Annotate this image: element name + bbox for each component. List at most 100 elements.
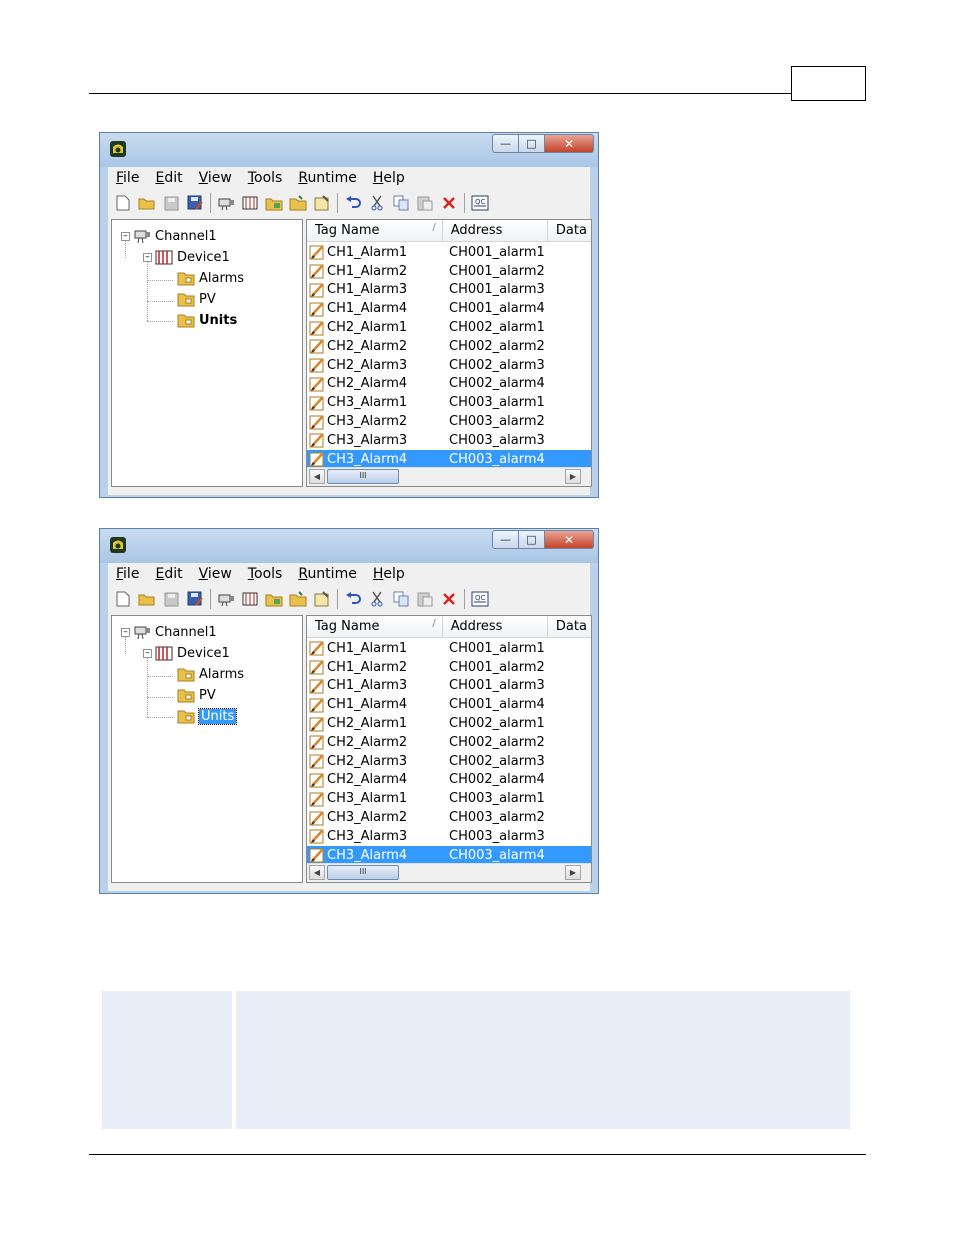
tree-node-channel[interactable]: – Channel1 xyxy=(121,226,217,246)
tree-node-alarms[interactable]: Alarms xyxy=(177,664,244,684)
tree-node-pv[interactable]: PV xyxy=(177,685,216,705)
scroll-thumb[interactable]: III xyxy=(327,469,399,484)
menu-help[interactable]: Help xyxy=(365,170,413,186)
minimize-button[interactable]: — xyxy=(492,134,519,153)
save-as-button[interactable] xyxy=(183,588,207,610)
tag-row[interactable]: CH1_Alarm4 CH001_alarm4 xyxy=(307,695,591,714)
new-channel-button[interactable] xyxy=(214,192,238,214)
tag-row[interactable]: CH2_Alarm3 CH002_alarm3 xyxy=(307,752,591,771)
menu-tools[interactable]: Tools xyxy=(240,566,291,582)
tag-row[interactable]: CH2_Alarm4 CH002_alarm4 xyxy=(307,771,591,790)
title-bar[interactable]: — □ ✕ xyxy=(100,133,598,167)
new-group-button[interactable] xyxy=(262,192,286,214)
tree-node-units[interactable]: Units xyxy=(177,310,237,330)
properties-button[interactable] xyxy=(310,192,334,214)
scroll-thumb[interactable]: III xyxy=(327,865,399,880)
menu-tools[interactable]: Tools xyxy=(240,170,291,186)
column-address[interactable]: Address xyxy=(442,616,548,638)
tag-row[interactable]: CH2_Alarm3 CH002_alarm3 xyxy=(307,356,591,375)
tag-row[interactable]: CH1_Alarm3 CH001_alarm3 xyxy=(307,281,591,300)
title-bar[interactable]: — □ ✕ xyxy=(100,529,598,563)
menu-file[interactable]: File xyxy=(108,170,147,186)
tag-row[interactable]: CH3_Alarm4 CH003_alarm4 xyxy=(307,449,591,469)
tag-row[interactable]: CH3_Alarm1 CH003_alarm1 xyxy=(307,393,591,412)
tag-row[interactable]: CH3_Alarm3 CH003_alarm3 xyxy=(307,827,591,846)
tag-row[interactable]: CH3_Alarm4 CH003_alarm4 xyxy=(307,845,591,865)
tree-node-channel[interactable]: – Channel1 xyxy=(121,622,217,642)
minimize-button[interactable]: — xyxy=(492,530,519,549)
undo-button[interactable] xyxy=(341,588,365,610)
tree-node-pv[interactable]: PV xyxy=(177,289,216,309)
tag-row[interactable]: CH2_Alarm1 CH002_alarm1 xyxy=(307,714,591,733)
tree-node-units[interactable]: Units xyxy=(177,706,238,726)
cut-button[interactable] xyxy=(365,588,389,610)
tag-row[interactable]: CH2_Alarm2 CH002_alarm2 xyxy=(307,337,591,356)
save-button[interactable] xyxy=(159,588,183,610)
copy-button[interactable] xyxy=(389,192,413,214)
scroll-left-button[interactable]: ◀ xyxy=(309,865,325,880)
menu-file[interactable]: File xyxy=(108,566,147,582)
save-as-button[interactable] xyxy=(183,192,207,214)
new-channel-button[interactable] xyxy=(214,588,238,610)
menu-help[interactable]: Help xyxy=(365,566,413,582)
tree-node-alarms[interactable]: Alarms xyxy=(177,268,244,288)
column-tag-name[interactable]: Tag Name / xyxy=(307,616,443,638)
tag-row[interactable]: CH2_Alarm2 CH002_alarm2 xyxy=(307,733,591,752)
tag-row[interactable]: CH3_Alarm3 CH003_alarm3 xyxy=(307,431,591,450)
tag-row[interactable]: CH2_Alarm4 CH002_alarm4 xyxy=(307,375,591,394)
new-button[interactable] xyxy=(111,192,135,214)
quick-client-button[interactable]: QC xyxy=(468,588,492,610)
new-button[interactable] xyxy=(111,588,135,610)
column-tag-name[interactable]: Tag Name / xyxy=(307,220,443,242)
open-button[interactable] xyxy=(135,588,159,610)
maximize-button[interactable]: □ xyxy=(519,530,545,549)
new-device-button[interactable] xyxy=(238,192,262,214)
tag-row[interactable]: CH1_Alarm1 CH001_alarm1 xyxy=(307,243,591,262)
horizontal-scrollbar[interactable]: ◀ III ▶ xyxy=(307,467,591,486)
collapse-icon[interactable]: – xyxy=(121,231,130,241)
scroll-right-button[interactable]: ▶ xyxy=(565,865,581,880)
collapse-icon[interactable]: – xyxy=(143,648,152,658)
menu-edit[interactable]: Edit xyxy=(147,170,190,186)
tag-row[interactable]: CH3_Alarm1 CH003_alarm1 xyxy=(307,789,591,808)
save-button[interactable] xyxy=(159,192,183,214)
open-button[interactable] xyxy=(135,192,159,214)
new-tag-button[interactable] xyxy=(286,588,310,610)
delete-button[interactable] xyxy=(437,588,461,610)
tag-row[interactable]: CH1_Alarm3 CH001_alarm3 xyxy=(307,677,591,696)
maximize-button[interactable]: □ xyxy=(519,134,545,153)
copy-button[interactable] xyxy=(389,588,413,610)
menu-runtime[interactable]: Runtime xyxy=(290,566,365,582)
quick-client-button[interactable]: QC xyxy=(468,192,492,214)
menu-runtime[interactable]: Runtime xyxy=(290,170,365,186)
close-button[interactable]: ✕ xyxy=(545,530,594,549)
tag-row[interactable]: CH1_Alarm2 CH001_alarm2 xyxy=(307,658,591,677)
new-device-button[interactable] xyxy=(238,588,262,610)
scroll-right-button[interactable]: ▶ xyxy=(565,469,581,484)
tag-row[interactable]: CH1_Alarm4 CH001_alarm4 xyxy=(307,299,591,318)
properties-button[interactable] xyxy=(310,588,334,610)
cut-button[interactable] xyxy=(365,192,389,214)
column-data[interactable]: Data xyxy=(547,616,591,638)
tag-row[interactable]: CH2_Alarm1 CH002_alarm1 xyxy=(307,318,591,337)
tag-row[interactable]: CH1_Alarm2 CH001_alarm2 xyxy=(307,262,591,281)
horizontal-scrollbar[interactable]: ◀ III ▶ xyxy=(307,863,591,882)
tag-row[interactable]: CH3_Alarm2 CH003_alarm2 xyxy=(307,808,591,827)
paste-button[interactable] xyxy=(413,192,437,214)
collapse-icon[interactable]: – xyxy=(121,627,130,637)
column-address[interactable]: Address xyxy=(442,220,548,242)
column-data[interactable]: Data xyxy=(547,220,591,242)
menu-view[interactable]: View xyxy=(191,566,240,582)
tag-row[interactable]: CH1_Alarm1 CH001_alarm1 xyxy=(307,639,591,658)
undo-button[interactable] xyxy=(341,192,365,214)
tree-node-device[interactable]: – Device1 xyxy=(143,247,230,267)
new-group-button[interactable] xyxy=(262,588,286,610)
scroll-left-button[interactable]: ◀ xyxy=(309,469,325,484)
new-tag-button[interactable] xyxy=(286,192,310,214)
tag-row[interactable]: CH3_Alarm2 CH003_alarm2 xyxy=(307,412,591,431)
menu-edit[interactable]: Edit xyxy=(147,566,190,582)
paste-button[interactable] xyxy=(413,588,437,610)
menu-view[interactable]: View xyxy=(191,170,240,186)
collapse-icon[interactable]: – xyxy=(143,252,152,262)
tree-node-device[interactable]: – Device1 xyxy=(143,643,230,663)
